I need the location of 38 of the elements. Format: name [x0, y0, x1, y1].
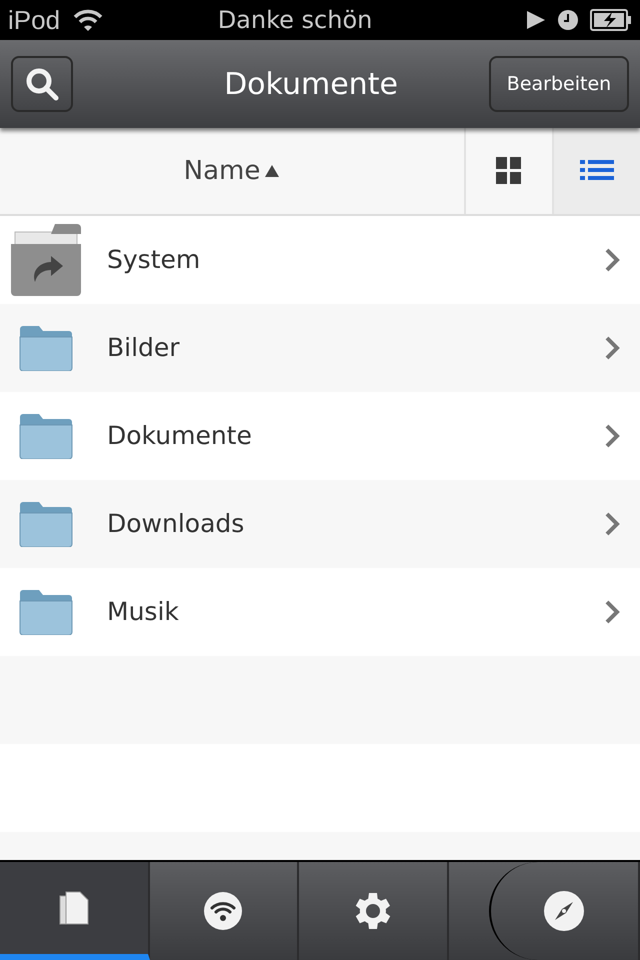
wifi-icon — [204, 892, 242, 930]
edit-button[interactable]: Bearbeiten — [489, 56, 629, 112]
tab-bar-button[interactable] — [488, 862, 640, 960]
file-list-row[interactable]: Downloads — [0, 480, 640, 568]
file-list-row[interactable]: Bilder — [0, 304, 640, 392]
documents-icon — [58, 890, 90, 926]
device-name: iPod — [8, 4, 60, 36]
battery-charging-icon — [590, 9, 632, 31]
wifi-signal-icon — [72, 8, 104, 32]
folder-icon — [18, 501, 74, 547]
ascending-triangle-icon — [264, 164, 280, 178]
folder-name: Musik — [107, 596, 180, 628]
folder-name: Bilder — [107, 332, 181, 364]
folder-icon — [18, 589, 74, 635]
chevron-right-icon — [604, 599, 620, 625]
folder-name: Dokumente — [107, 420, 253, 452]
folder-icon — [18, 413, 74, 459]
play-icon — [526, 10, 546, 30]
chevron-right-icon — [604, 335, 620, 361]
folder-icon — [18, 325, 74, 371]
navigation-title: Dokumente — [223, 66, 399, 104]
search-button[interactable] — [11, 56, 73, 112]
status-title: Danke schön — [216, 5, 374, 36]
shortcut-folder-icon — [8, 224, 82, 296]
folder-name: Downloads — [107, 508, 246, 540]
chevron-right-icon — [604, 247, 620, 273]
list-view-icon — [580, 160, 614, 182]
sort-by-name-button[interactable]: Name — [0, 128, 464, 214]
settings-icon — [354, 892, 392, 930]
chevron-right-icon — [604, 511, 620, 537]
list-view-button[interactable] — [552, 128, 640, 214]
tab-bar-button[interactable] — [0, 862, 150, 960]
grid-view-icon — [496, 157, 522, 185]
compass-icon — [544, 891, 584, 931]
chevron-right-icon — [604, 423, 620, 449]
clock-icon — [558, 10, 578, 30]
folder-name: System — [107, 244, 202, 276]
search-icon — [25, 67, 59, 101]
